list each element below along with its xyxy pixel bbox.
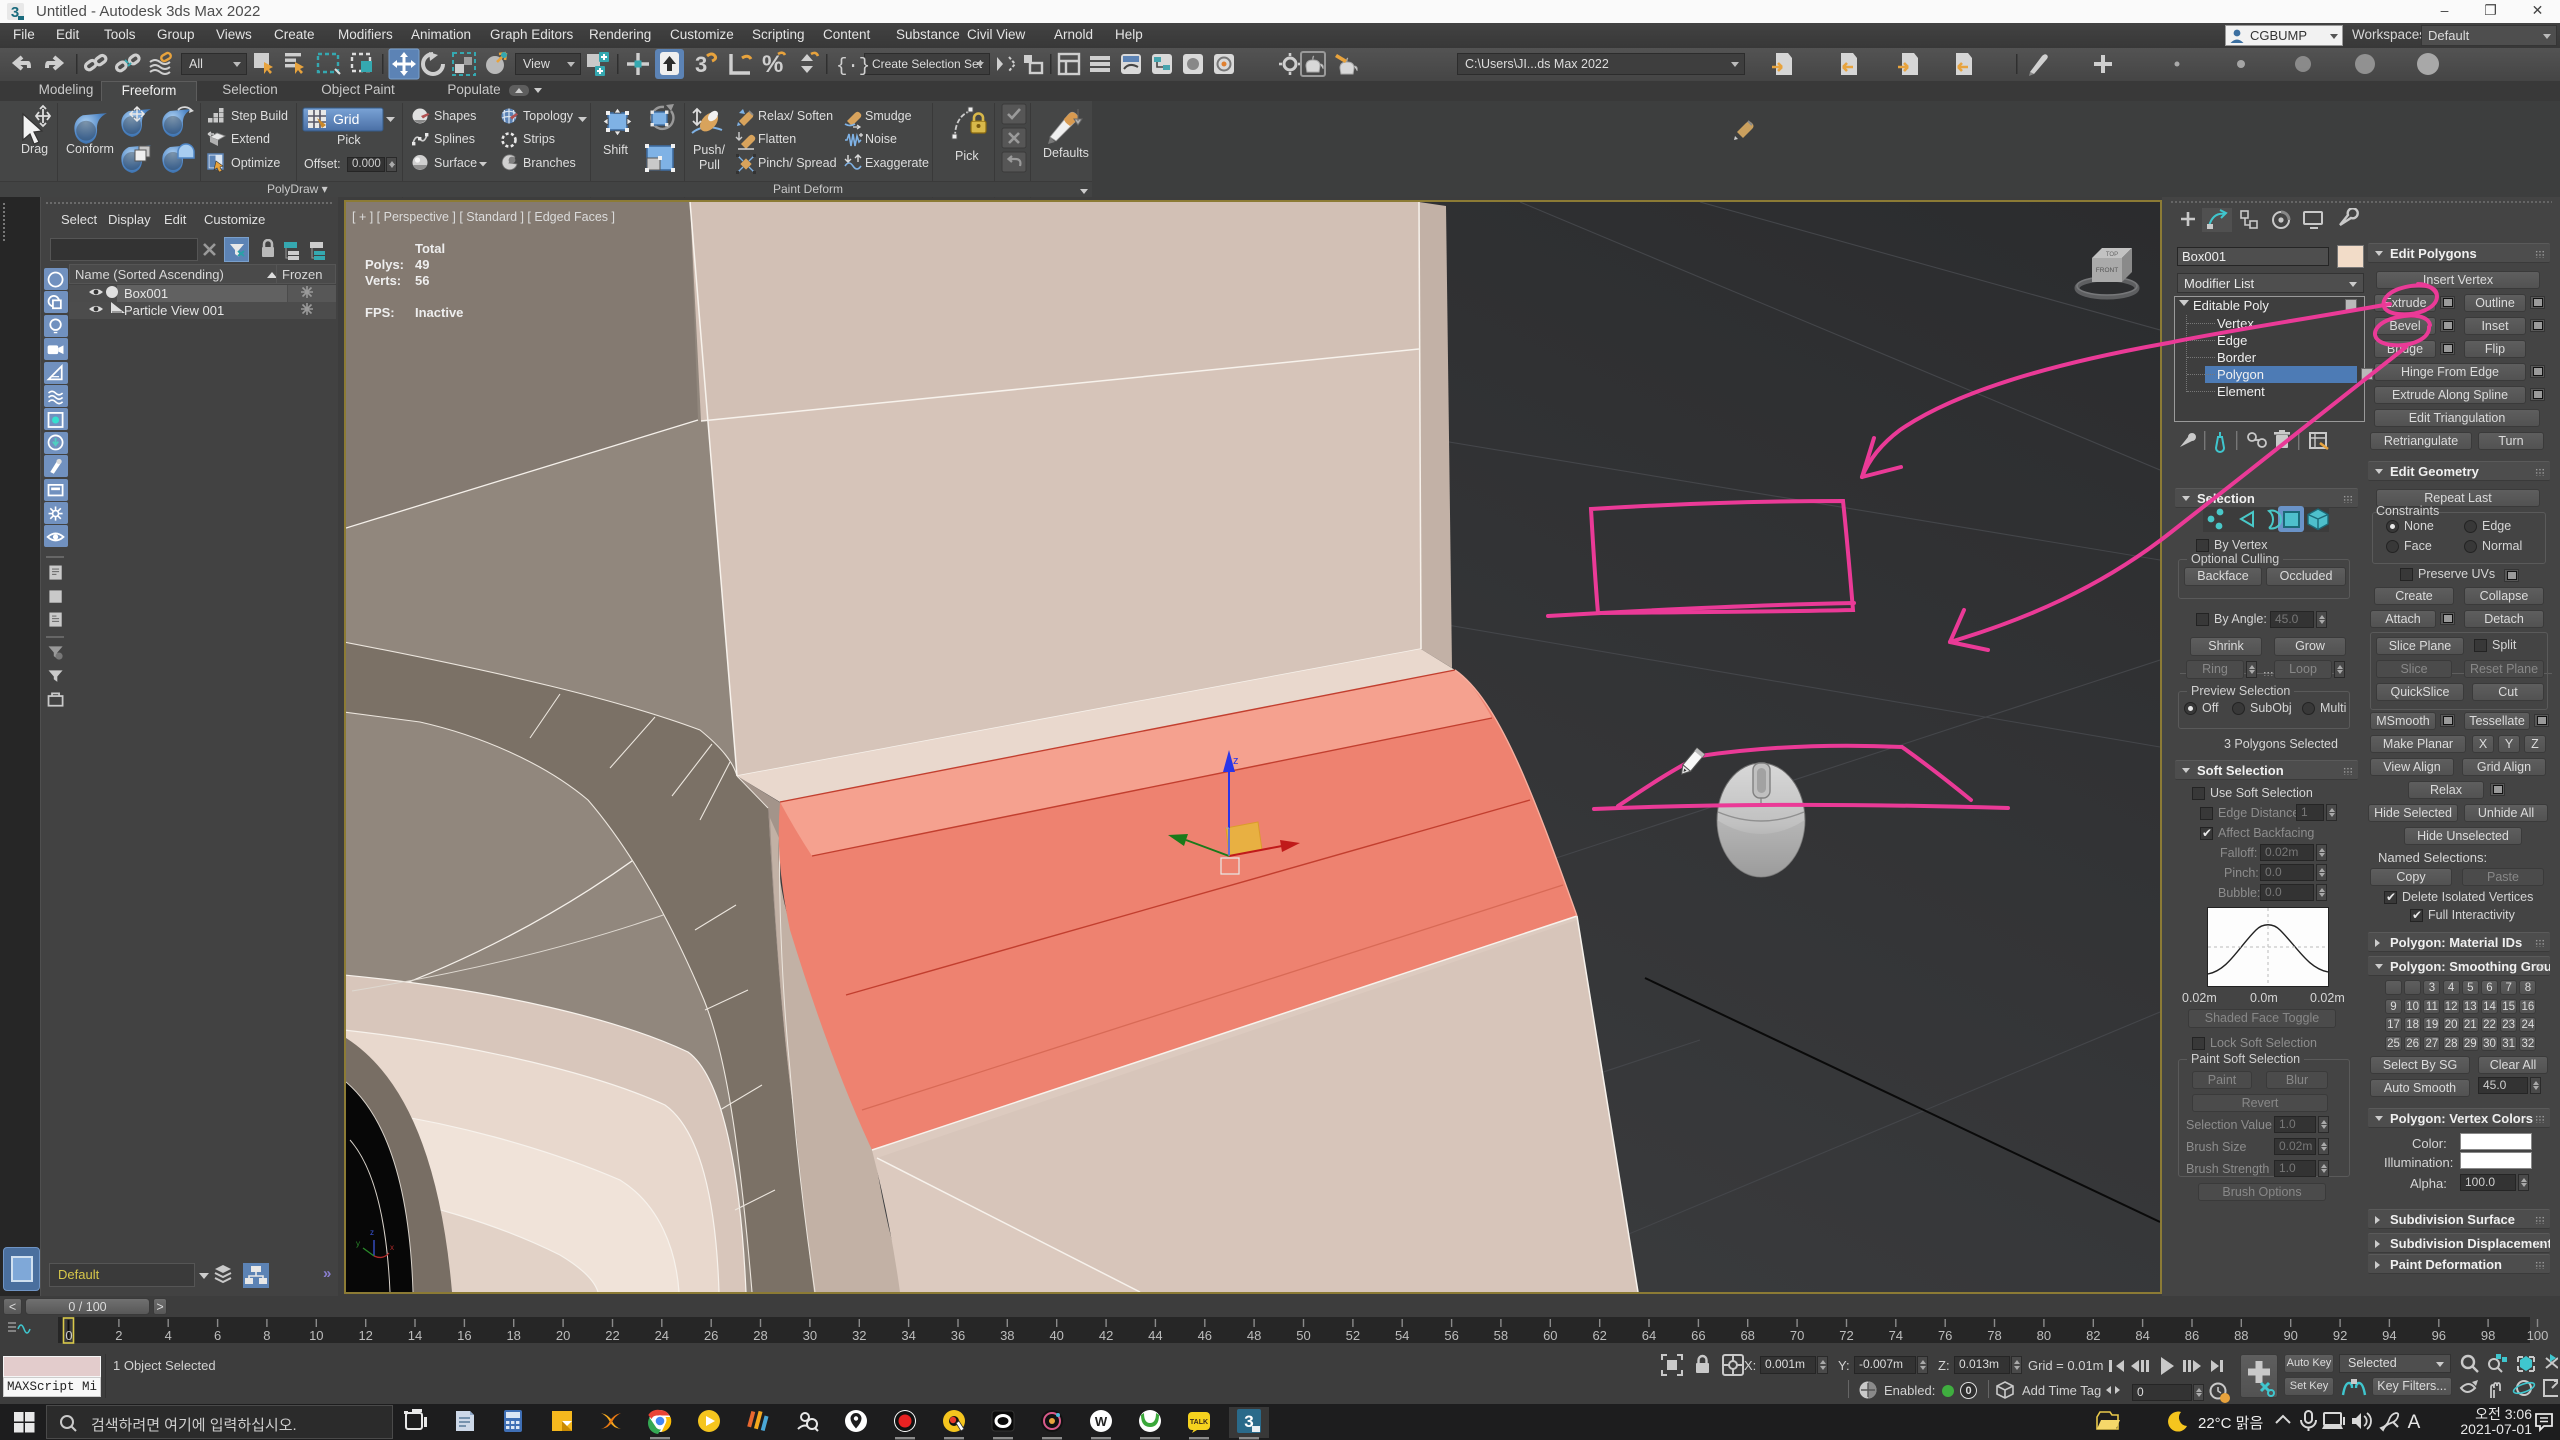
svg-text:2: 2 bbox=[115, 1328, 122, 1343]
svg-text:70: 70 bbox=[1790, 1328, 1804, 1343]
svg-text:Total: Total bbox=[415, 241, 445, 256]
svg-text:52: 52 bbox=[1346, 1328, 1360, 1343]
svg-text:30: 30 bbox=[803, 1328, 817, 1343]
svg-text:42: 42 bbox=[1099, 1328, 1113, 1343]
svg-text:98: 98 bbox=[2481, 1328, 2495, 1343]
svg-text:68: 68 bbox=[1740, 1328, 1754, 1343]
svg-text:{·}: {·} bbox=[836, 55, 870, 77]
svg-text:36: 36 bbox=[951, 1328, 965, 1343]
svg-text:26: 26 bbox=[704, 1328, 718, 1343]
svg-text:100: 100 bbox=[2527, 1328, 2549, 1343]
svg-text:W: W bbox=[1095, 1414, 1108, 1429]
svg-text:0: 0 bbox=[65, 1328, 72, 1343]
svg-text:Grid: Grid bbox=[333, 111, 359, 127]
svg-text:90: 90 bbox=[2283, 1328, 2297, 1343]
svg-text:4: 4 bbox=[165, 1328, 172, 1343]
svg-text:Verts:: Verts: bbox=[365, 273, 401, 288]
svg-text:50: 50 bbox=[1296, 1328, 1310, 1343]
svg-text:56: 56 bbox=[415, 273, 429, 288]
svg-text:94: 94 bbox=[2382, 1328, 2396, 1343]
svg-text:16: 16 bbox=[457, 1328, 471, 1343]
svg-text:74: 74 bbox=[1889, 1328, 1903, 1343]
svg-text:62: 62 bbox=[1592, 1328, 1606, 1343]
svg-text:66: 66 bbox=[1691, 1328, 1705, 1343]
svg-text:FPS:: FPS: bbox=[365, 305, 395, 320]
svg-text:Inactive: Inactive bbox=[415, 305, 463, 320]
svg-text:FRONT: FRONT bbox=[2096, 267, 2118, 274]
svg-text:54: 54 bbox=[1395, 1328, 1409, 1343]
svg-text:78: 78 bbox=[1987, 1328, 2001, 1343]
svg-text:92: 92 bbox=[2333, 1328, 2347, 1343]
svg-text:48: 48 bbox=[1247, 1328, 1261, 1343]
svg-text:40: 40 bbox=[1049, 1328, 1063, 1343]
svg-text:y: y bbox=[356, 1239, 360, 1248]
svg-text:TOP: TOP bbox=[2106, 252, 2118, 258]
svg-text:49: 49 bbox=[415, 257, 429, 272]
svg-text:56: 56 bbox=[1444, 1328, 1458, 1343]
svg-text:[ + ] [ Perspective ] [ Standa: [ + ] [ Perspective ] [ Standard ] [ Edg… bbox=[352, 210, 615, 224]
svg-text:3: 3 bbox=[695, 52, 707, 77]
svg-text:86: 86 bbox=[2185, 1328, 2199, 1343]
svg-text:24: 24 bbox=[655, 1328, 669, 1343]
svg-text:34: 34 bbox=[901, 1328, 915, 1343]
svg-text:32: 32 bbox=[852, 1328, 866, 1343]
svg-text:22: 22 bbox=[605, 1328, 619, 1343]
svg-text:20: 20 bbox=[556, 1328, 570, 1343]
svg-text:%: % bbox=[762, 51, 783, 78]
svg-text:TALK: TALK bbox=[1190, 1419, 1208, 1426]
svg-text:46: 46 bbox=[1198, 1328, 1212, 1343]
svg-text:10: 10 bbox=[309, 1328, 323, 1343]
svg-text:44: 44 bbox=[1148, 1328, 1162, 1343]
svg-text:6: 6 bbox=[214, 1328, 221, 1343]
svg-text:12: 12 bbox=[358, 1328, 372, 1343]
svg-text:18: 18 bbox=[506, 1328, 520, 1343]
svg-text:8: 8 bbox=[263, 1328, 270, 1343]
svg-text:3: 3 bbox=[11, 4, 19, 21]
svg-text:Polys:: Polys: bbox=[365, 257, 404, 272]
svg-text:64: 64 bbox=[1642, 1328, 1656, 1343]
svg-text:z: z bbox=[1233, 755, 1239, 767]
svg-text:14: 14 bbox=[408, 1328, 422, 1343]
svg-text:80: 80 bbox=[2037, 1328, 2051, 1343]
svg-text:58: 58 bbox=[1494, 1328, 1508, 1343]
svg-text:84: 84 bbox=[2135, 1328, 2149, 1343]
svg-text:82: 82 bbox=[2086, 1328, 2100, 1343]
svg-text:z: z bbox=[370, 1228, 374, 1237]
svg-text:72: 72 bbox=[1839, 1328, 1853, 1343]
svg-text:x: x bbox=[390, 1243, 394, 1252]
svg-text:60: 60 bbox=[1543, 1328, 1557, 1343]
svg-text:96: 96 bbox=[2432, 1328, 2446, 1343]
svg-text:A: A bbox=[2408, 1412, 2421, 1433]
svg-text:28: 28 bbox=[753, 1328, 767, 1343]
svg-text:76: 76 bbox=[1938, 1328, 1952, 1343]
svg-text:38: 38 bbox=[1000, 1328, 1014, 1343]
svg-text:88: 88 bbox=[2234, 1328, 2248, 1343]
